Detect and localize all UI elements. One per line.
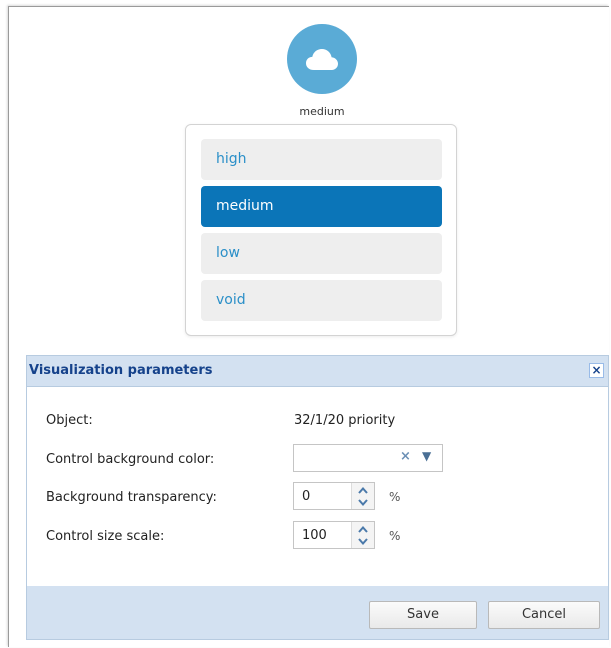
object-value: 32/1/20 priority	[294, 413, 396, 428]
chevron-down-icon[interactable]: ▼	[422, 449, 431, 463]
transparency-spinner[interactable]: 0	[293, 482, 375, 510]
dialog-footer: Save Cancel	[27, 586, 608, 639]
cancel-button[interactable]: Cancel	[488, 601, 600, 629]
visualization-parameters-dialog: Visualization parameters × Object: 32/1/…	[26, 355, 609, 640]
close-icon[interactable]: ×	[589, 363, 604, 378]
dialog-header: Visualization parameters ×	[27, 356, 608, 387]
clear-color-icon[interactable]: ×	[400, 449, 411, 464]
priority-option-medium[interactable]: medium	[201, 186, 442, 227]
preview-label: medium	[299, 105, 345, 118]
size-scale-spinner[interactable]: 100	[293, 521, 375, 549]
size-scale-value: 100	[302, 528, 327, 543]
size-scale-spinner-buttons	[351, 522, 374, 548]
priority-option-void[interactable]: void	[201, 280, 442, 321]
background-color-label: Control background color:	[46, 452, 215, 467]
priority-selector: high medium low void	[185, 124, 457, 336]
size-scale-unit: %	[389, 529, 401, 543]
dialog-title: Visualization parameters	[29, 363, 213, 378]
background-color-field[interactable]: × ▼	[293, 444, 443, 472]
priority-option-high[interactable]: high	[201, 139, 442, 180]
transparency-label: Background transparency:	[46, 490, 217, 505]
priority-option-low[interactable]: low	[201, 233, 442, 274]
transparency-unit: %	[389, 490, 401, 504]
spin-up-icon[interactable]	[356, 523, 370, 535]
transparency-value: 0	[302, 489, 311, 504]
spin-up-icon[interactable]	[356, 484, 370, 496]
spin-down-icon[interactable]	[356, 496, 370, 508]
cloud-icon	[287, 24, 357, 94]
size-scale-label: Control size scale:	[46, 529, 165, 544]
spin-down-icon[interactable]	[356, 535, 370, 547]
save-button[interactable]: Save	[369, 601, 477, 629]
object-label: Object:	[46, 413, 93, 428]
transparency-spinner-buttons	[351, 483, 374, 509]
